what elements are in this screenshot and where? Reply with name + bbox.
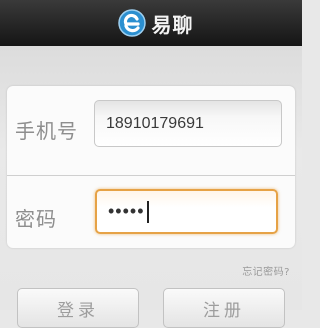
- password-mask: •••••: [108, 201, 145, 221]
- forgot-password-link[interactable]: 忘记密码?: [242, 263, 290, 278]
- phone-input[interactable]: 18910179691: [94, 100, 282, 147]
- password-input[interactable]: •••••: [95, 189, 278, 234]
- phone-label: 手机号: [15, 119, 78, 143]
- phone-value: 18910179691: [106, 114, 204, 132]
- app-title: 易聊: [151, 12, 194, 37]
- password-row: 密码 •••••: [7, 183, 295, 247]
- phone-row: 手机号 18910179691: [7, 95, 295, 159]
- title-bar: 易聊: [0, 0, 302, 46]
- text-caret: [146, 200, 149, 223]
- login-button[interactable]: 登录: [17, 288, 139, 328]
- login-screen: 手机号 18910179691 密码 ••••• 忘记密码? 登录 注册: [0, 46, 302, 328]
- form-divider: [7, 175, 295, 176]
- e-logo-icon: [117, 9, 146, 37]
- login-form: 手机号 18910179691 密码 •••••: [7, 86, 295, 248]
- app-brand: 易聊: [117, 8, 194, 38]
- register-button[interactable]: 注册: [163, 288, 285, 328]
- password-label: 密码: [15, 207, 57, 231]
